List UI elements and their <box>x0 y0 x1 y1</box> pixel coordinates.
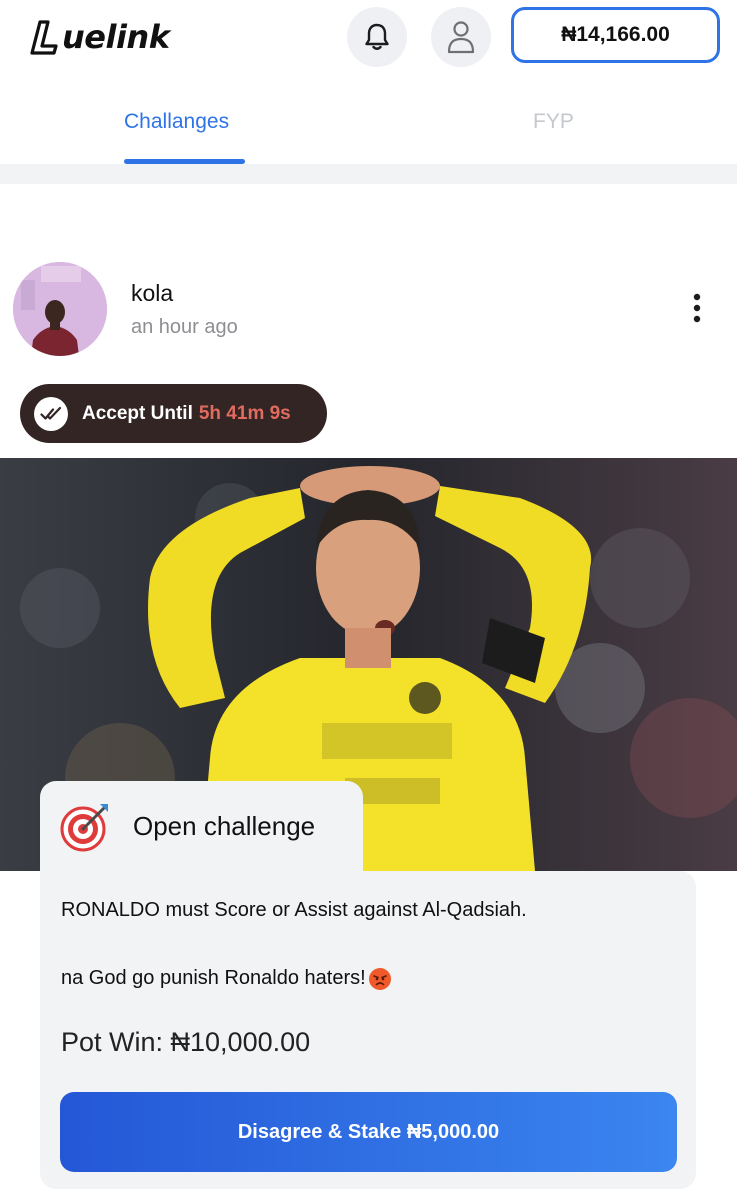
countdown-timer: 5h 41m 9s <box>198 402 291 424</box>
user-icon <box>447 21 475 54</box>
logo-mark-icon <box>30 20 58 55</box>
section-divider <box>0 164 737 184</box>
angry-face-emoji <box>368 967 391 990</box>
pot-win-amount: Pot Win: ₦10,000.00 <box>61 1027 311 1057</box>
avatar-photo <box>13 262 107 356</box>
target-icon <box>60 804 108 852</box>
app-logo[interactable]: uelink <box>30 18 170 56</box>
tab-challenges[interactable]: Challanges <box>124 110 229 134</box>
accept-deadline-badge: Accept Until 5h 41m 9s <box>20 384 327 443</box>
tab-bar: Challanges FYP <box>0 100 737 164</box>
profile-button[interactable] <box>431 7 491 67</box>
post-timestamp: an hour ago <box>131 316 238 338</box>
more-vertical-icon <box>693 293 701 323</box>
logo-text: uelink <box>62 18 170 56</box>
challenge-description-line-2-wrapper: na God go punish Ronaldo haters! <box>61 967 391 990</box>
app-header: uelink ₦14,166.00 <box>0 0 737 80</box>
post-username[interactable]: kola <box>131 280 173 307</box>
notifications-button[interactable] <box>347 7 407 67</box>
double-check-icon <box>34 396 68 431</box>
accept-until-label: Accept Until <box>82 402 193 424</box>
bell-icon <box>365 23 389 50</box>
tab-fyp[interactable]: FYP <box>533 110 574 134</box>
challenge-description-line-1: RONALDO must Score or Assist against Al-… <box>61 899 527 921</box>
more-options-button[interactable] <box>682 292 712 326</box>
disagree-stake-button[interactable]: Disagree & Stake ₦5,000.00 <box>60 1092 677 1172</box>
avatar[interactable] <box>13 262 107 356</box>
challenge-description-line-2: na God go punish Ronaldo haters! <box>61 967 366 989</box>
challenge-type-title: Open challenge <box>133 811 316 841</box>
wallet-balance-button[interactable]: ₦14,166.00 <box>511 7 720 63</box>
